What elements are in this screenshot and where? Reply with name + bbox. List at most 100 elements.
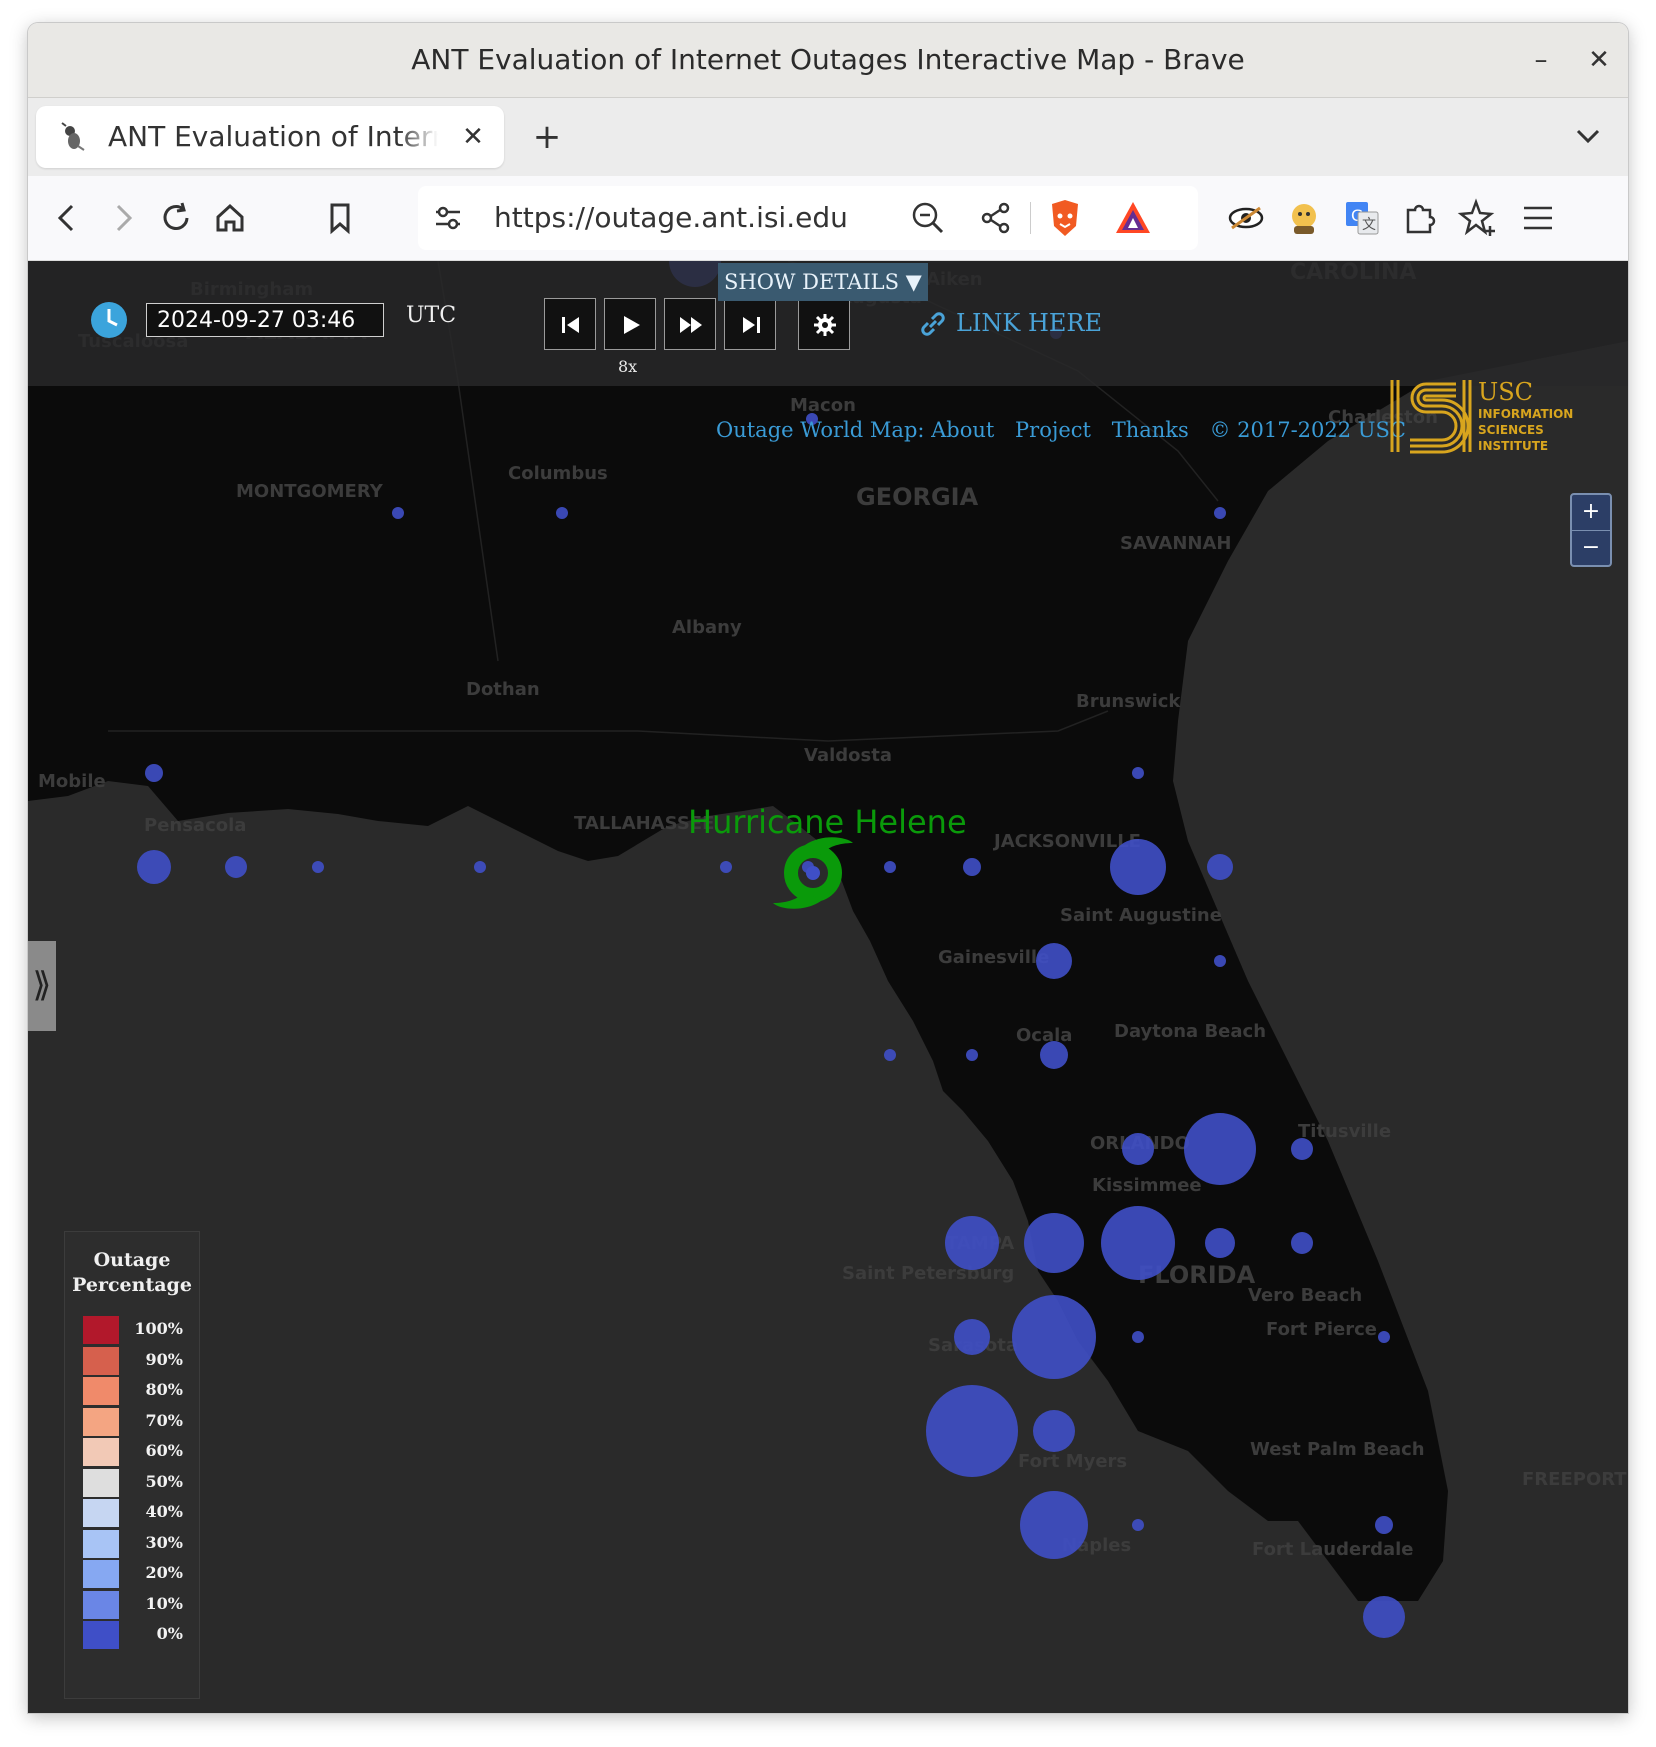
outage-marker[interactable] (1132, 1331, 1144, 1343)
outage-marker[interactable] (145, 764, 163, 782)
legend-label: 80% (145, 1380, 183, 1399)
outage-marker[interactable] (945, 1216, 999, 1270)
extension-mascot-icon[interactable] (1282, 196, 1326, 240)
tab-ant-outages[interactable]: ANT Evaluation of Internet Outages Inter… (36, 106, 504, 168)
outage-marker[interactable] (1020, 1491, 1088, 1559)
legend-swatch (83, 1438, 119, 1466)
outage-marker[interactable] (1033, 1410, 1075, 1452)
copyright-link[interactable]: © 2017-2022 USC (1209, 418, 1406, 442)
outage-marker[interactable] (225, 856, 247, 878)
legend-title-line-2: Percentage (72, 1274, 192, 1296)
map-viewport[interactable]: Birmingham ALABAMA Tuscaloosa Augusta Ai… (28, 261, 1628, 1713)
project-link[interactable]: Project (1015, 418, 1091, 442)
outage-marker[interactable] (1101, 1206, 1175, 1280)
skip-to-end-button[interactable] (724, 298, 776, 350)
google-translate-icon[interactable]: G文 (1340, 196, 1384, 240)
title-bar: ANT Evaluation of Internet Outages Inter… (28, 23, 1628, 98)
ant-favicon-icon (61, 122, 85, 151)
outage-map[interactable]: Birmingham ALABAMA Tuscaloosa Augusta Ai… (28, 261, 1628, 1713)
share-icon[interactable] (978, 200, 1014, 236)
label-kissimmee: Kissimmee (1092, 1175, 1202, 1196)
outage-marker[interactable] (954, 1319, 990, 1355)
outage-marker[interactable] (1291, 1138, 1313, 1160)
legend-swatch (83, 1529, 119, 1558)
show-details-button[interactable]: SHOW DETAILS ▼ (718, 263, 928, 301)
outage-marker[interactable] (963, 858, 981, 876)
label-vero-beach: Vero Beach (1248, 1285, 1362, 1306)
play-button[interactable] (604, 298, 656, 350)
zoom-in-button[interactable]: + (1572, 495, 1610, 531)
playback-speed: 8x (618, 357, 638, 376)
link-icon[interactable] (918, 309, 948, 339)
about-link[interactable]: Outage World Map: About (716, 418, 994, 442)
outage-marker[interactable] (720, 861, 732, 873)
zoom-out-button[interactable]: − (1572, 531, 1610, 566)
outage-marker[interactable] (1214, 507, 1226, 519)
back-icon[interactable] (46, 196, 90, 240)
label-albany: Albany (672, 617, 742, 638)
datetime-input[interactable] (146, 303, 384, 337)
leo-ai-icon[interactable] (1456, 196, 1500, 240)
legend-item: 0% (83, 1621, 183, 1649)
label-brunswick: Brunswick (1076, 691, 1181, 712)
outage-marker[interactable] (1110, 839, 1166, 895)
fast-forward-button[interactable] (664, 298, 716, 350)
close-window-button[interactable]: ✕ (1582, 43, 1616, 77)
outage-marker[interactable] (1375, 1516, 1393, 1534)
outage-marker[interactable] (1205, 1228, 1235, 1258)
outage-marker[interactable] (1132, 767, 1144, 779)
outage-marker[interactable] (1036, 943, 1072, 979)
outage-marker[interactable] (1214, 955, 1226, 967)
usc-isi-logo[interactable]: USC INFORMATION SCIENCES INSTITUTE (1386, 376, 1596, 456)
sidebar-toggle-button[interactable]: ⟫ (28, 941, 56, 1031)
outage-marker[interactable] (966, 1049, 978, 1061)
outage-marker[interactable] (1122, 1133, 1154, 1165)
label-freeport: FREEPORT (1522, 1469, 1627, 1490)
outage-marker[interactable] (1024, 1213, 1084, 1273)
outage-marker[interactable] (312, 861, 324, 873)
outage-marker[interactable] (1291, 1232, 1313, 1254)
legend-swatch (83, 1560, 119, 1588)
brave-rewards-icon[interactable] (1114, 200, 1152, 236)
skip-to-start-button[interactable] (544, 298, 596, 350)
settings-button[interactable] (798, 298, 850, 350)
close-tab-icon[interactable]: ✕ (456, 120, 490, 154)
reload-icon[interactable] (154, 196, 198, 240)
outage-marker[interactable] (884, 861, 896, 873)
chevron-down-icon[interactable] (1568, 116, 1608, 156)
outage-marker[interactable] (556, 507, 568, 519)
zoom-out-icon[interactable] (910, 200, 946, 236)
outage-marker[interactable] (1184, 1113, 1256, 1185)
outage-marker[interactable] (1132, 1519, 1144, 1531)
outage-marker[interactable] (474, 861, 486, 873)
legend-swatch (83, 1346, 119, 1375)
brave-shields-icon[interactable] (1046, 198, 1084, 238)
forward-icon[interactable] (100, 196, 144, 240)
address-bar[interactable]: https://outage.ant.isi.edu (418, 186, 1198, 250)
legend-label: 90% (145, 1349, 183, 1369)
outage-marker[interactable] (137, 850, 171, 884)
label-daytona-beach: Daytona Beach (1114, 1021, 1266, 1042)
new-tab-button[interactable]: + (522, 112, 572, 162)
outage-marker[interactable] (1378, 1331, 1390, 1343)
outage-marker[interactable] (1207, 854, 1233, 880)
site-settings-icon[interactable] (432, 202, 464, 234)
extensions-puzzle-icon[interactable] (1398, 196, 1442, 240)
outage-marker[interactable] (1012, 1295, 1096, 1379)
extension-ublock-icon[interactable] (1224, 196, 1268, 240)
outage-marker[interactable] (392, 507, 404, 519)
legend-item: 60% (83, 1438, 183, 1466)
home-icon[interactable] (208, 196, 252, 240)
label-west-palm-beach: West Palm Beach (1250, 1439, 1425, 1460)
label-valdosta: Valdosta (804, 745, 892, 766)
outage-marker[interactable] (1363, 1596, 1405, 1638)
thanks-link[interactable]: Thanks (1112, 418, 1189, 442)
menu-icon[interactable] (1516, 196, 1560, 240)
bookmark-icon[interactable] (318, 196, 362, 240)
outage-marker[interactable] (926, 1385, 1018, 1477)
outage-marker[interactable] (1040, 1041, 1068, 1069)
link-here-link[interactable]: LINK HERE (956, 309, 1102, 337)
minimize-button[interactable]: – (1524, 43, 1558, 77)
legend-label: 30% (145, 1532, 183, 1552)
outage-marker[interactable] (884, 1049, 896, 1061)
